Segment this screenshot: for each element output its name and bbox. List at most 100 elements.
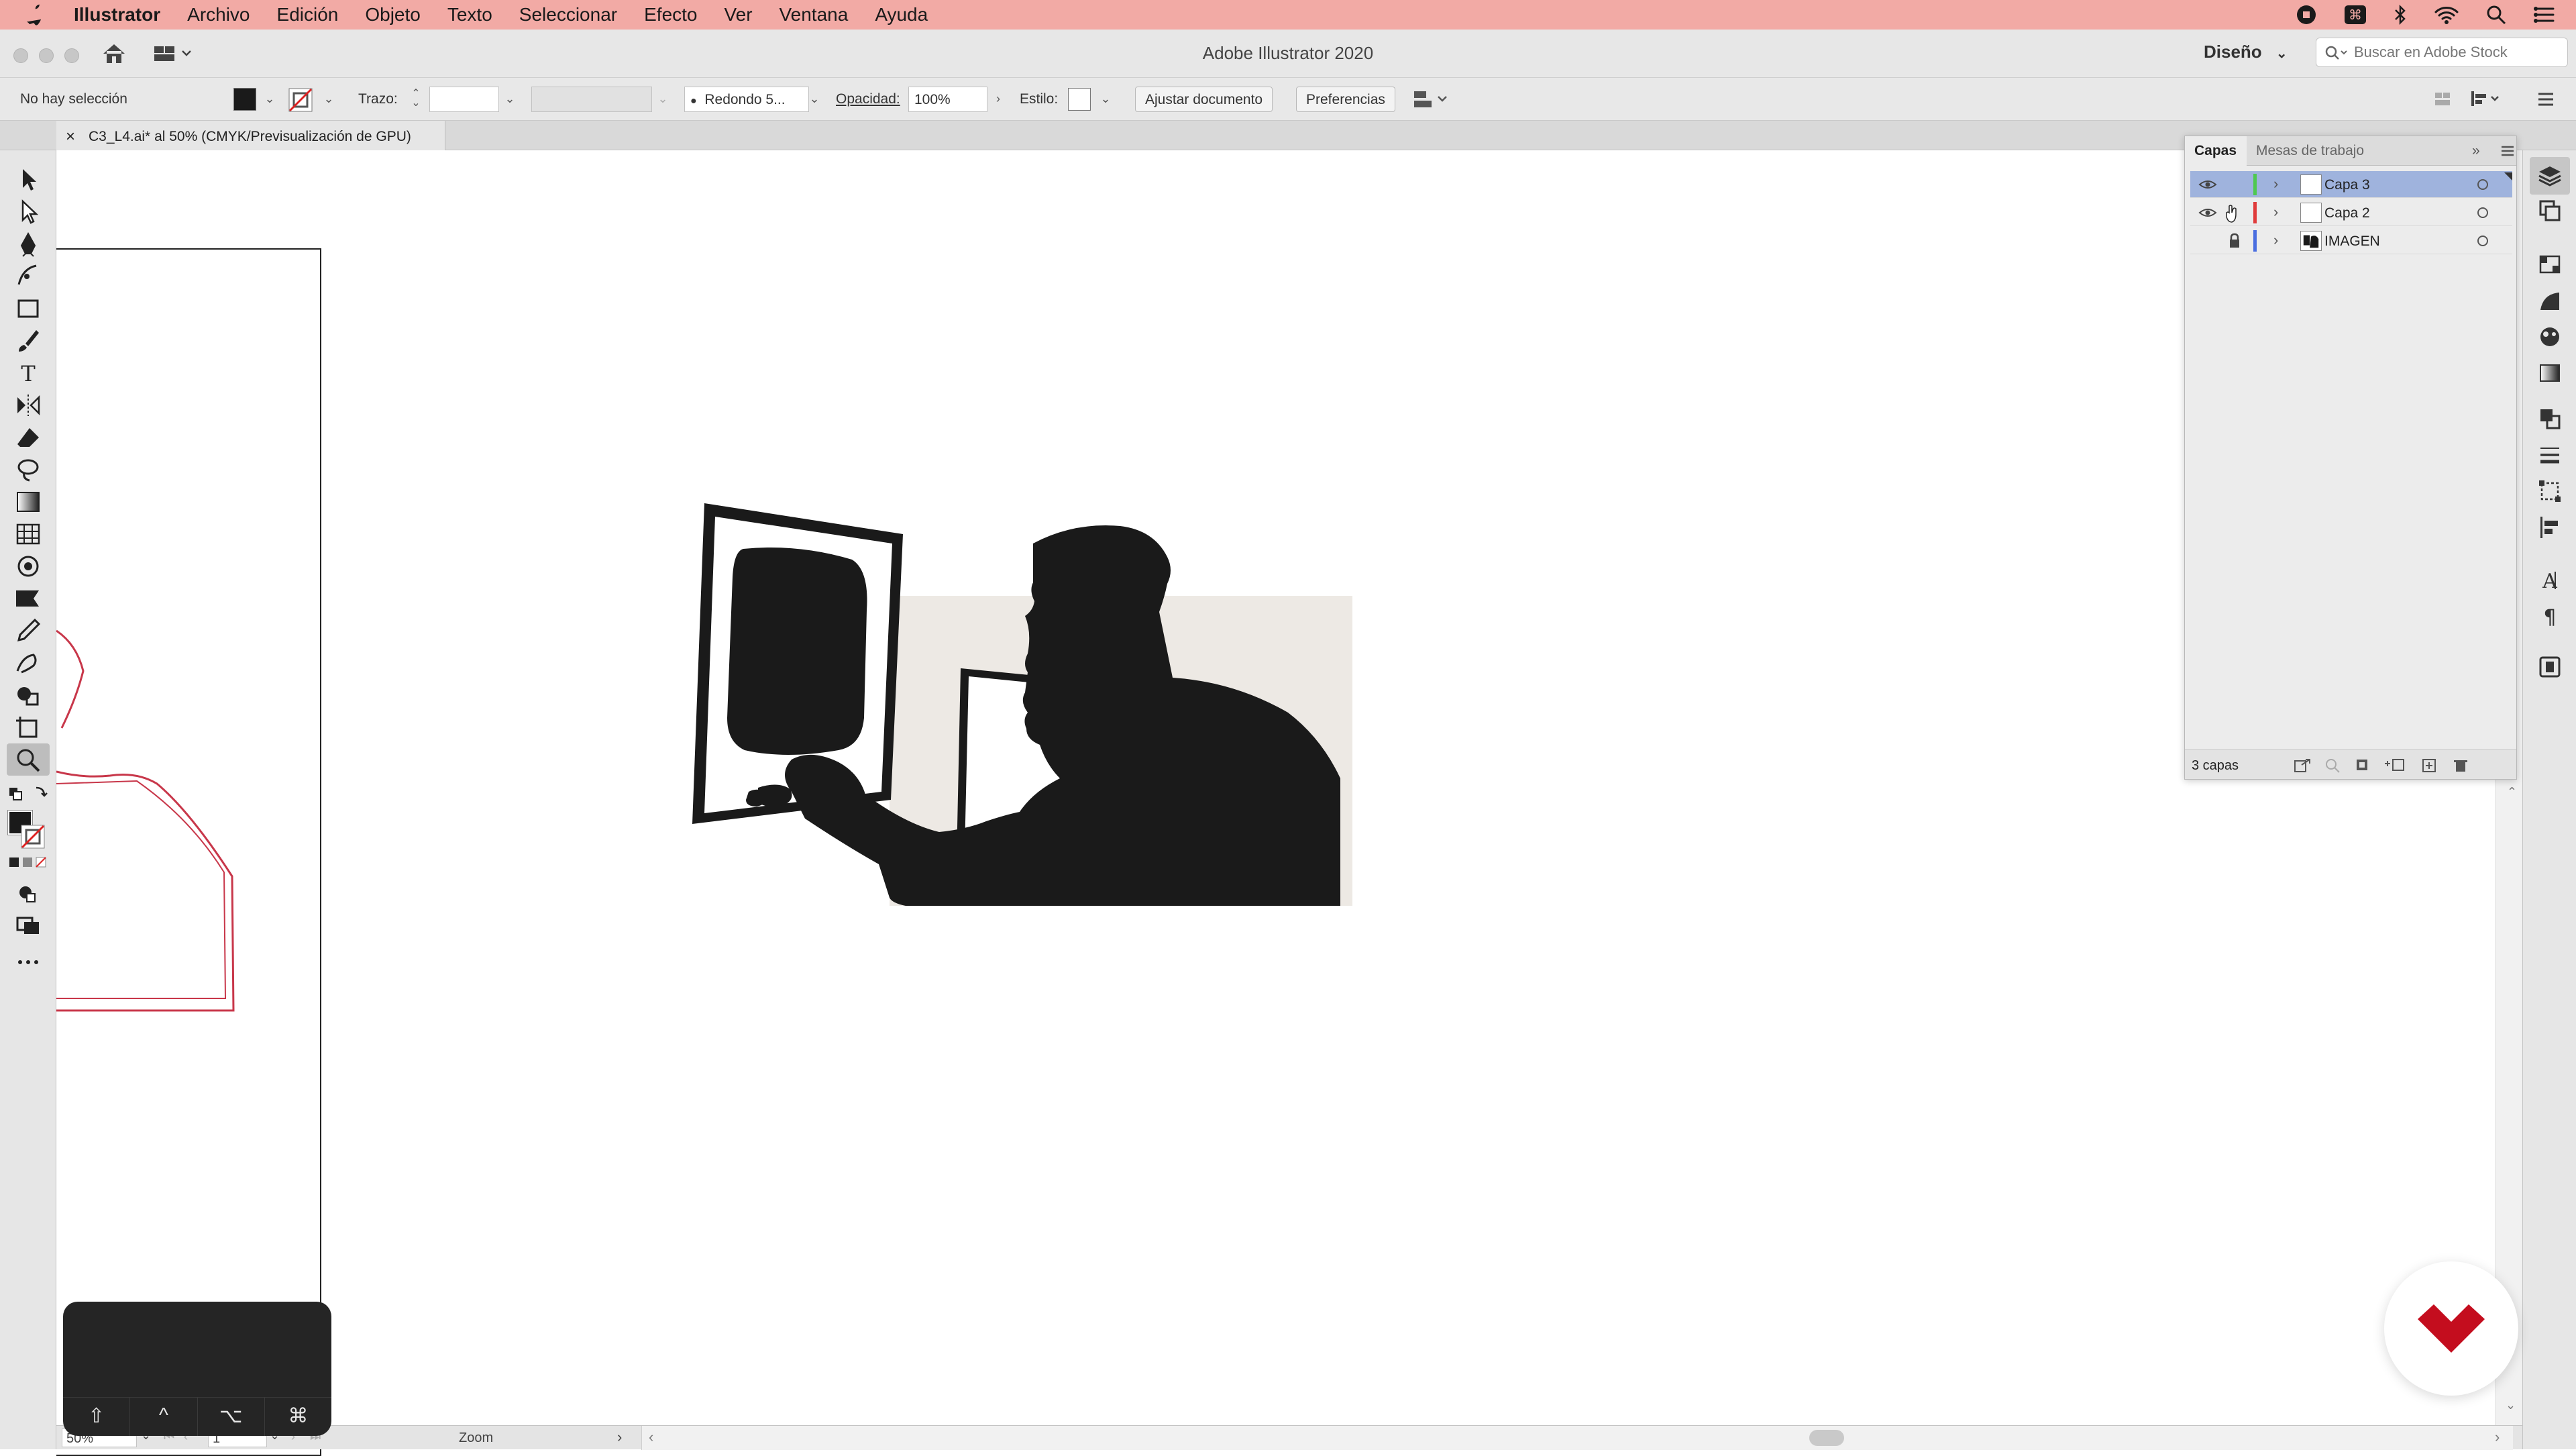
tab-capas[interactable]: Capas: [2194, 143, 2237, 159]
gradient-tool-icon[interactable]: [13, 488, 43, 515]
new-sublayer-icon[interactable]: [2383, 758, 2406, 773]
more-tools-icon[interactable]: [13, 949, 43, 976]
export-icon[interactable]: [2294, 758, 2311, 773]
panel-menu-icon[interactable]: [2500, 144, 2515, 158]
locate-object-icon[interactable]: [2324, 758, 2342, 773]
trash-icon[interactable]: [2452, 758, 2469, 773]
status-menu-arrow-icon[interactable]: ›: [617, 1428, 622, 1446]
chevron-right-icon[interactable]: ›: [2273, 231, 2278, 249]
layers-panel-icon[interactable]: [2536, 162, 2563, 189]
menu-archivo[interactable]: Archivo: [187, 4, 250, 25]
command-key-icon[interactable]: ⌘: [2344, 5, 2367, 25]
align-options-icon[interactable]: [1411, 89, 1449, 110]
clipping-mask-icon[interactable]: [2354, 758, 2371, 773]
document-tab[interactable]: × C3_L4.ai* al 50% (CMYK/Previsualizació…: [56, 121, 445, 150]
eye-visibility-icon[interactable]: [2198, 178, 2217, 191]
scroll-down-icon[interactable]: ⌄: [2506, 1398, 2516, 1412]
style-dropdown[interactable]: ⌄: [1095, 87, 1116, 112]
paintbrush-tool-icon[interactable]: [13, 327, 43, 354]
preferences-button[interactable]: Preferencias: [1296, 87, 1395, 112]
horizontal-scrollbar[interactable]: ‹ ›: [641, 1426, 2513, 1450]
layer-row-capa-2[interactable]: › Capa 2: [2190, 199, 2512, 226]
menu-objeto[interactable]: Objeto: [365, 4, 421, 25]
adobe-stock-search-input[interactable]: Buscar en Adobe Stock: [2316, 38, 2568, 67]
pen-tool-icon[interactable]: [13, 231, 43, 258]
layer-target-icon[interactable]: [2477, 236, 2488, 246]
menu-ayuda[interactable]: Ayuda: [875, 4, 928, 25]
chevron-right-icon[interactable]: ›: [2273, 203, 2278, 221]
close-tab-icon[interactable]: ×: [66, 127, 75, 146]
eyedropper-tool-icon[interactable]: [13, 617, 43, 644]
artboards-panel-icon[interactable]: [2536, 197, 2563, 224]
character-panel-icon[interactable]: A: [2536, 566, 2563, 593]
menu-list-icon[interactable]: [2536, 90, 2556, 109]
draw-mode-icon[interactable]: [13, 880, 43, 907]
gradient-panel-icon[interactable]: [2536, 360, 2563, 386]
stroke-weight-stepper[interactable]: ⌃ ⌄: [405, 87, 427, 112]
screen-mode-icon[interactable]: [13, 911, 43, 938]
menu-texto[interactable]: Texto: [447, 4, 492, 25]
chevron-right-icon[interactable]: ›: [2273, 175, 2278, 193]
puppet-warp-tool-icon[interactable]: [13, 649, 43, 676]
transform-panel-icon[interactable]: [2536, 478, 2563, 505]
stroke-weight-dropdown[interactable]: ⌄: [499, 87, 521, 112]
brushes-panel-icon[interactable]: [2536, 287, 2563, 314]
artboard-tool-icon[interactable]: [13, 714, 43, 741]
curvature-tool-icon[interactable]: [13, 262, 43, 289]
opacity-field[interactable]: 100%: [908, 87, 987, 112]
scroll-right-icon[interactable]: ›: [2495, 1428, 2500, 1446]
zoom-tool-icon[interactable]: [13, 746, 43, 773]
graphic-style-swatch[interactable]: [1068, 88, 1091, 111]
brush-definition-field[interactable]: ● Redondo 5...: [684, 87, 809, 112]
layer-target-icon[interactable]: [2477, 179, 2488, 190]
panel-toggle-icon[interactable]: [2432, 90, 2453, 109]
direct-selection-tool-icon[interactable]: [13, 199, 43, 225]
color-mode-icons[interactable]: [8, 856, 48, 870]
paragraph-panel-icon[interactable]: ¶: [2536, 603, 2563, 629]
swatches-panel-icon[interactable]: [2536, 251, 2563, 278]
align-panel-icon[interactable]: [2536, 514, 2563, 541]
profile-dropdown[interactable]: ⌄: [652, 87, 674, 112]
transform-options-icon[interactable]: [2469, 89, 2504, 109]
eye-visibility-icon[interactable]: [2198, 206, 2217, 219]
pathfinder-panel-icon[interactable]: [2536, 405, 2563, 432]
type-tool-icon[interactable]: T: [13, 360, 43, 386]
spotlight-search-icon[interactable]: [2486, 5, 2506, 25]
scroll-left-icon[interactable]: ‹: [649, 1428, 653, 1446]
reflect-tool-icon[interactable]: [13, 392, 43, 419]
layer-name[interactable]: Capa 3: [2324, 177, 2370, 193]
menu-ventana[interactable]: Ventana: [780, 4, 849, 25]
panel-collapse-icon[interactable]: »: [2472, 143, 2480, 159]
brush-dropdown[interactable]: ⌄: [804, 87, 825, 112]
selection-tool-icon[interactable]: [13, 166, 43, 193]
silhouette-illustration[interactable]: [684, 497, 1368, 913]
new-layer-icon[interactable]: [2421, 758, 2438, 773]
scroll-up-icon[interactable]: ⌃: [2507, 785, 2517, 798]
stroke-weight-field[interactable]: [429, 87, 499, 112]
symbols-panel-icon[interactable]: [2536, 323, 2563, 350]
rectangle-tool-icon[interactable]: [13, 295, 43, 322]
symbol-sprayer-tool-icon[interactable]: [13, 553, 43, 580]
layer-row-capa-3[interactable]: › Capa 3: [2190, 171, 2512, 198]
menu-ver[interactable]: Ver: [724, 4, 753, 25]
mesh-tool-icon[interactable]: [13, 521, 43, 548]
record-icon[interactable]: [2296, 4, 2317, 25]
wifi-icon[interactable]: [2434, 5, 2459, 25]
swap-fill-stroke-icon[interactable]: [7, 784, 50, 804]
column-graph-tool-icon[interactable]: [13, 585, 43, 612]
red-outline-shapes[interactable]: [56, 617, 244, 1020]
tab-mesas-de-trabajo[interactable]: Mesas de trabajo: [2256, 143, 2364, 159]
stroke-color-box[interactable]: [20, 824, 46, 849]
libraries-panel-icon[interactable]: [2536, 654, 2563, 680]
layer-target-icon[interactable]: [2477, 207, 2488, 218]
horizontal-scroll-thumb[interactable]: [1809, 1430, 1844, 1446]
workspace-switcher[interactable]: Diseño ⌄: [2204, 42, 2288, 62]
variable-width-profile[interactable]: [531, 87, 652, 112]
menu-app-illustrator[interactable]: Illustrator: [74, 4, 160, 25]
control-center-icon[interactable]: [2533, 5, 2556, 25]
eraser-tool-icon[interactable]: [13, 424, 43, 451]
opacity-label[interactable]: Opacidad:: [836, 91, 900, 107]
layer-name[interactable]: Capa 2: [2324, 205, 2370, 221]
menu-seleccionar[interactable]: Seleccionar: [519, 4, 617, 25]
stroke-panel-icon[interactable]: [2536, 441, 2563, 468]
